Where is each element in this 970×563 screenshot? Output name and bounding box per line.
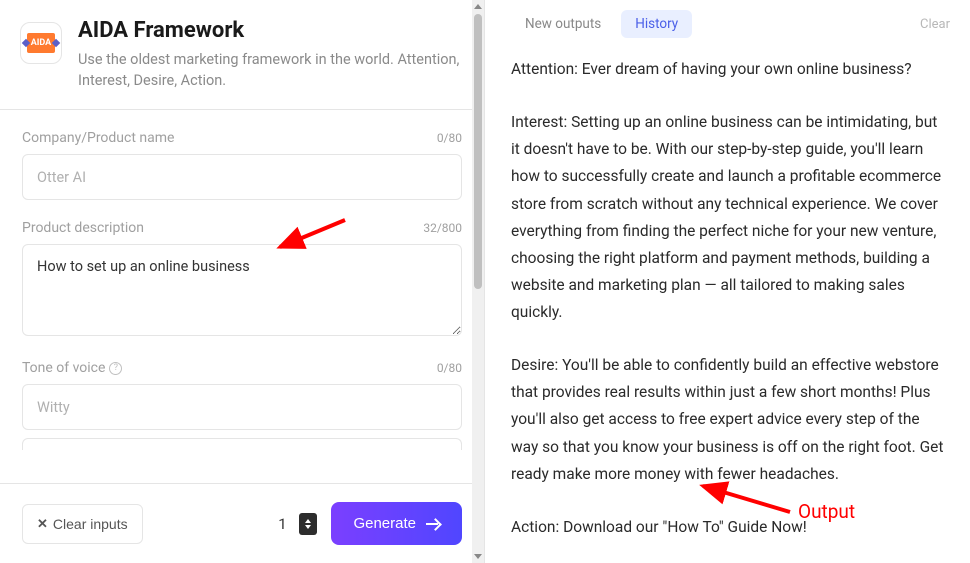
- left-panel: AIDA AIDA Framework Use the oldest marke…: [0, 0, 485, 563]
- description-field-section: Product description 32/800 How to set up…: [0, 200, 484, 340]
- aida-icon: AIDA: [27, 33, 55, 53]
- output-action: Action: Download our "How To" Guide Now!: [511, 514, 950, 541]
- clear-outputs-link[interactable]: Clear: [920, 17, 950, 32]
- stepper-arrows[interactable]: [299, 513, 317, 535]
- output-tabs: New outputs History: [511, 10, 692, 38]
- company-count: 0/80: [437, 131, 462, 145]
- company-label: Company/Product name: [22, 130, 174, 146]
- description-count: 32/800: [423, 221, 462, 235]
- company-label-row: Company/Product name 0/80: [22, 130, 462, 146]
- tab-history[interactable]: History: [621, 10, 692, 38]
- page-subtitle: Use the oldest marketing framework in th…: [78, 49, 464, 91]
- help-icon[interactable]: ?: [109, 362, 122, 375]
- extra-field-section: [0, 430, 484, 450]
- description-textarea[interactable]: How to set up an online business: [22, 244, 462, 336]
- header-text: AIDA Framework Use the oldest marketing …: [78, 18, 464, 91]
- tone-label: Tone of voice?: [22, 360, 122, 376]
- tabs-row: New outputs History Clear: [511, 0, 950, 46]
- tone-count: 0/80: [437, 361, 462, 375]
- clear-inputs-button[interactable]: ✕ Clear inputs: [22, 504, 143, 544]
- generate-controls: 1 Generate: [273, 502, 462, 545]
- tone-input[interactable]: [22, 384, 462, 430]
- left-scroll-area: AIDA AIDA Framework Use the oldest marke…: [0, 0, 484, 483]
- tab-new-outputs[interactable]: New outputs: [511, 10, 615, 38]
- aida-icon-box: AIDA: [20, 22, 62, 64]
- page-title: AIDA Framework: [78, 18, 464, 43]
- output-body: Attention: Ever dream of having your own…: [511, 46, 950, 563]
- chevron-up-icon[interactable]: [305, 519, 311, 523]
- arrow-right-icon: [426, 519, 440, 529]
- output-attention: Attention: Ever dream of having your own…: [511, 56, 950, 83]
- quantity-stepper[interactable]: 1: [273, 513, 317, 535]
- output-desire: Desire: You'll be able to confidently bu…: [511, 352, 950, 488]
- partial-input[interactable]: [22, 438, 462, 450]
- scroll-thumb[interactable]: [474, 14, 482, 289]
- description-label-row: Product description 32/800: [22, 220, 462, 236]
- chevron-down-icon[interactable]: [305, 525, 311, 529]
- company-input[interactable]: [22, 154, 462, 200]
- company-field-section: Company/Product name 0/80: [0, 110, 484, 200]
- scrollbar[interactable]: [472, 0, 484, 563]
- bottom-bar: ✕ Clear inputs 1 Generate: [0, 483, 484, 563]
- right-panel: New outputs History Clear Attention: Eve…: [485, 0, 970, 563]
- output-interest: Interest: Setting up an online business …: [511, 109, 950, 326]
- scroll-up-icon[interactable]: [474, 4, 482, 9]
- framework-header: AIDA AIDA Framework Use the oldest marke…: [0, 0, 484, 110]
- scroll-down-icon[interactable]: [474, 554, 482, 559]
- description-label: Product description: [22, 220, 144, 236]
- tone-label-row: Tone of voice? 0/80: [22, 360, 462, 376]
- quantity-value: 1: [273, 515, 291, 533]
- tone-field-section: Tone of voice? 0/80: [0, 340, 484, 430]
- generate-button[interactable]: Generate: [331, 502, 462, 545]
- close-icon: ✕: [37, 516, 48, 532]
